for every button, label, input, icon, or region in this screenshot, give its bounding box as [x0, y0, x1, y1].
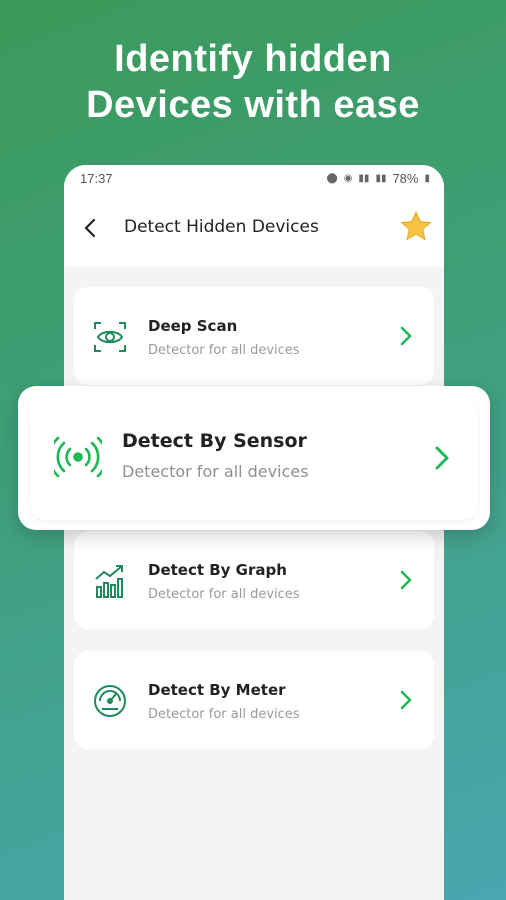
- eye-scan-icon: [92, 319, 128, 355]
- detect-by-sensor-title: Detect By Sensor: [122, 430, 307, 452]
- signal-icon-2: ▮▮: [375, 173, 387, 184]
- app-bar: Detect Hidden Devices: [64, 191, 444, 267]
- status-time: 17:37: [80, 171, 113, 186]
- notification-icon: ⬤: [326, 173, 338, 184]
- detect-by-meter-title: Detect By Meter: [148, 681, 286, 699]
- phone-screen: 17:37 ⬤ ◉ ▮▮ ▮▮ 78% ▮ Detect Hidden Devi…: [64, 165, 444, 900]
- alarm-icon: ◉: [343, 173, 353, 184]
- status-bar: 17:37 ⬤ ◉ ▮▮ ▮▮ 78% ▮: [64, 165, 444, 191]
- meter-icon: [92, 683, 128, 719]
- deep-scan-subtitle: Detector for all devices: [148, 343, 300, 358]
- deep-scan-title: Deep Scan: [148, 317, 238, 335]
- chevron-right-icon: [398, 325, 414, 347]
- sensor-waves-icon: [48, 434, 108, 480]
- deep-scan-card[interactable]: Deep Scan Detector for all devices: [74, 287, 434, 385]
- detect-by-sensor-card[interactable]: Detect By Sensor Detector for all device…: [18, 386, 490, 530]
- promo-headline: Identify hidden Devices with ease: [0, 36, 506, 128]
- headline-line-1: Identify hidden: [114, 38, 392, 80]
- detect-by-graph-title: Detect By Graph: [148, 561, 287, 579]
- star-icon[interactable]: [398, 209, 434, 245]
- chevron-right-icon: [432, 444, 452, 472]
- battery-level: 78%: [392, 171, 419, 186]
- headline-line-2: Devices with ease: [86, 84, 420, 126]
- page-title: Detect Hidden Devices: [124, 217, 319, 237]
- detect-by-sensor-subtitle: Detector for all devices: [122, 462, 309, 481]
- chevron-right-icon: [398, 569, 414, 591]
- detect-by-meter-subtitle: Detector for all devices: [148, 707, 300, 722]
- chevron-right-icon: [398, 689, 414, 711]
- graph-icon: [92, 563, 128, 599]
- back-arrow-icon[interactable]: [78, 215, 104, 241]
- detect-by-graph-card[interactable]: Detect By Graph Detector for all devices: [74, 531, 434, 629]
- signal-icon: ▮▮: [358, 173, 370, 184]
- battery-icon: ▮: [424, 173, 430, 184]
- detect-by-meter-card[interactable]: Detect By Meter Detector for all devices: [74, 651, 434, 749]
- detect-by-graph-subtitle: Detector for all devices: [148, 587, 300, 602]
